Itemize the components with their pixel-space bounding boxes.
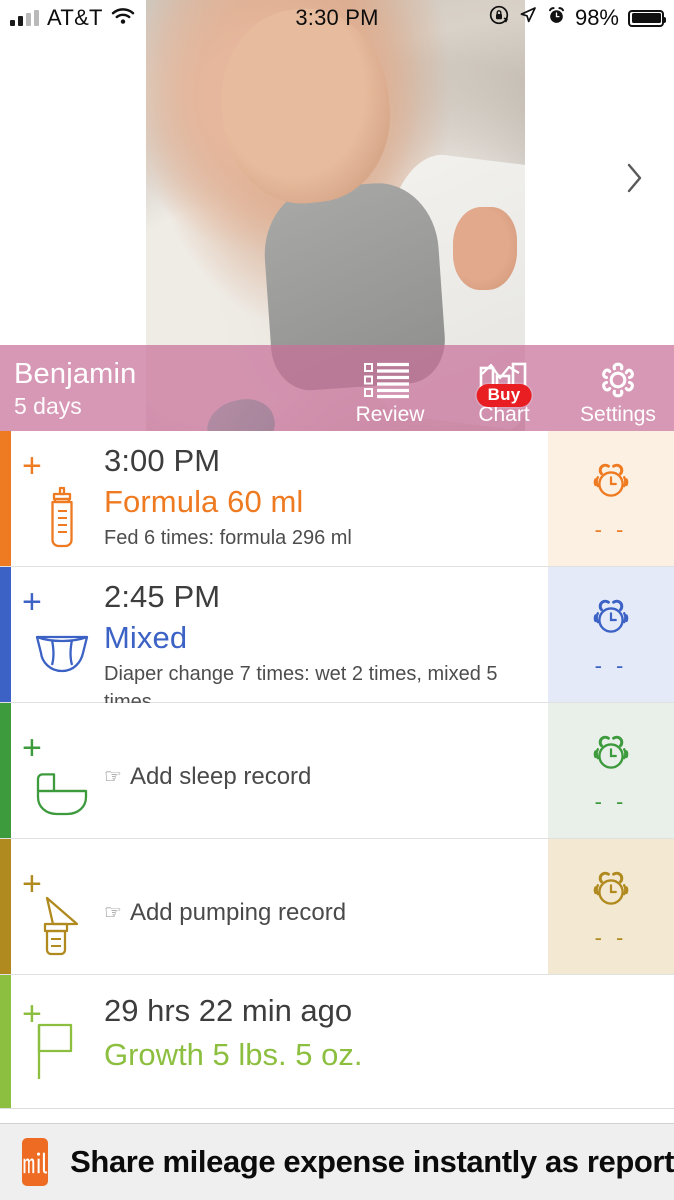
alarm-icon [547, 5, 566, 31]
flag-icon[interactable] [26, 1017, 88, 1085]
diaper-title: Mixed [104, 620, 188, 655]
growth-time: 29 hrs 22 min ago [104, 993, 353, 1028]
location-arrow-icon [518, 5, 538, 31]
bar-chart-icon: Buy [476, 358, 532, 407]
buy-badge[interactable]: Buy [476, 384, 532, 407]
row-accent-bar [0, 431, 11, 566]
add-pumping-text: Add pumping record [129, 899, 347, 926]
pumping-alarm-value: - - [594, 925, 628, 950]
row-accent-bar [0, 703, 11, 838]
diaper-time: 2:45 PM [104, 579, 221, 614]
diaper-icon[interactable] [31, 619, 93, 687]
alarm-clock-icon [588, 867, 634, 918]
feeding-alarm-value: - - [594, 517, 628, 542]
feeding-time: 3:00 PM [104, 443, 221, 478]
ad-app-icon[interactable]: ㏕ [22, 1138, 49, 1186]
add-sleep-button[interactable]: + [22, 731, 42, 765]
status-bar: AT&T 3:30 PM 98% [0, 0, 674, 36]
activity-list: + 3:00 PM Formula 60 ml Fed 6 times: for… [0, 431, 674, 1109]
baby-bottle-icon[interactable] [31, 483, 93, 551]
battery-percent-label: 98% [574, 5, 619, 30]
list-item-feeding[interactable]: + 3:00 PM Formula 60 ml Fed 6 times: for… [0, 431, 674, 567]
nav-label-settings: Settings [580, 403, 656, 426]
next-photo-chevron-icon[interactable] [620, 158, 650, 198]
breast-pump-icon[interactable] [31, 891, 93, 959]
battery-icon [628, 9, 666, 27]
sleep-alarm-value: - - [594, 789, 628, 814]
baby-age: 5 days [14, 393, 82, 419]
add-pumping-record-label[interactable]: ☞ Add pumping record [104, 899, 346, 927]
crib-icon[interactable] [31, 761, 93, 829]
photo-baby-hand [453, 206, 518, 291]
app-header: Benjamin 5 days Review Buy Chart Setting… [0, 345, 674, 431]
baby-name: Benjamin [14, 358, 137, 390]
gear-icon [595, 358, 641, 402]
list-item-diaper[interactable]: + 2:45 PM Mixed Diaper change 7 times: w… [0, 567, 674, 713]
nav-item-review[interactable]: Review [344, 349, 436, 427]
baby-identity[interactable]: Benjamin 5 days [14, 357, 137, 420]
alarm-clock-icon [588, 731, 634, 782]
sleep-alarm-panel[interactable]: - - [548, 703, 674, 838]
alarm-clock-icon [588, 595, 634, 646]
ad-headline: Share mileage expense instantly as repor… [70, 1144, 674, 1179]
status-right: 98% [489, 5, 666, 31]
growth-details: 29 hrs 22 min ago Growth 5 lbs. 5 oz. [104, 989, 362, 1077]
rotation-lock-icon [489, 5, 509, 31]
row-accent-bar [0, 567, 11, 702]
diaper-alarm-value: - - [594, 653, 628, 678]
checklist-icon [363, 358, 417, 402]
alarm-clock-icon [588, 459, 634, 510]
feeding-alarm-panel[interactable]: - - [548, 431, 674, 566]
row-accent-bar [0, 839, 11, 974]
feeding-summary: Fed 6 times: formula 296 ml [104, 527, 352, 549]
row-accent-bar [0, 975, 11, 1108]
header-nav: Review Buy Chart Settings [344, 349, 664, 427]
growth-title: Growth 5 lbs. 5 oz. [104, 1037, 363, 1072]
feeding-title: Formula 60 ml [104, 484, 304, 519]
pointing-hand-icon: ☞ [104, 766, 122, 788]
list-item-sleep[interactable]: + ☞ Add sleep record - - [0, 703, 674, 839]
add-diaper-button[interactable]: + [22, 585, 42, 619]
ad-banner[interactable]: ㏕ Share mileage expense instantly as rep… [0, 1123, 674, 1200]
diaper-details: 2:45 PM Mixed Diaper change 7 times: wet… [104, 577, 534, 716]
list-item-pumping[interactable]: + ☞ Add pumping record - - [0, 839, 674, 975]
add-sleep-text: Add sleep record [129, 763, 312, 790]
feeding-details: 3:00 PM Formula 60 ml Fed 6 times: formu… [104, 441, 534, 552]
add-sleep-record-label[interactable]: ☞ Add sleep record [104, 763, 311, 791]
nav-item-chart[interactable]: Buy Chart [458, 349, 550, 427]
pointing-hand-icon: ☞ [104, 902, 122, 924]
diaper-alarm-panel[interactable]: - - [548, 567, 674, 702]
nav-label-review: Review [355, 403, 425, 426]
nav-item-settings[interactable]: Settings [572, 349, 664, 427]
pumping-alarm-panel[interactable]: - - [548, 839, 674, 974]
add-feeding-button[interactable]: + [22, 449, 42, 483]
list-item-growth[interactable]: + 29 hrs 22 min ago Growth 5 lbs. 5 oz. [0, 975, 674, 1109]
